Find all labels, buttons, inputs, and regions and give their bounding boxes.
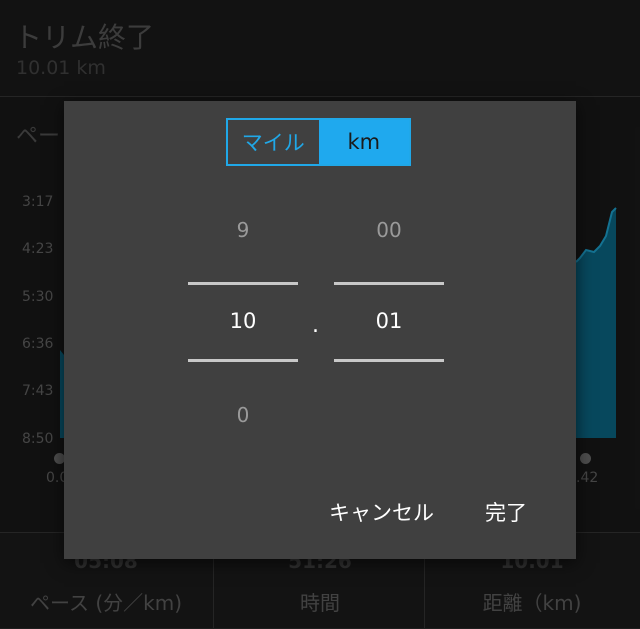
decimal-current-value[interactable]: 01	[334, 309, 444, 333]
integer-picker[interactable]: 9 10 0	[188, 197, 298, 457]
done-button[interactable]: 完了	[485, 497, 527, 527]
unit-km-option[interactable]: km	[318, 120, 409, 164]
distance-edit-dialog: マイル km 9 10 0 . 00 01 キャンセル 完了	[64, 101, 576, 559]
integer-next-value[interactable]: 0	[188, 403, 298, 427]
picker-line-bottom	[334, 359, 444, 362]
decimal-separator: .	[312, 313, 319, 338]
unit-miles-option[interactable]: マイル	[228, 120, 319, 164]
integer-prev-value[interactable]: 9	[188, 218, 298, 242]
integer-current-value[interactable]: 10	[188, 309, 298, 333]
picker-line-top	[188, 282, 298, 285]
cancel-button[interactable]: キャンセル	[329, 497, 434, 527]
decimal-prev-value[interactable]: 00	[334, 218, 444, 242]
decimal-picker[interactable]: 00 01	[334, 197, 444, 457]
unit-toggle: マイル km	[226, 118, 411, 166]
picker-line-bottom	[188, 359, 298, 362]
picker-line-top	[334, 282, 444, 285]
